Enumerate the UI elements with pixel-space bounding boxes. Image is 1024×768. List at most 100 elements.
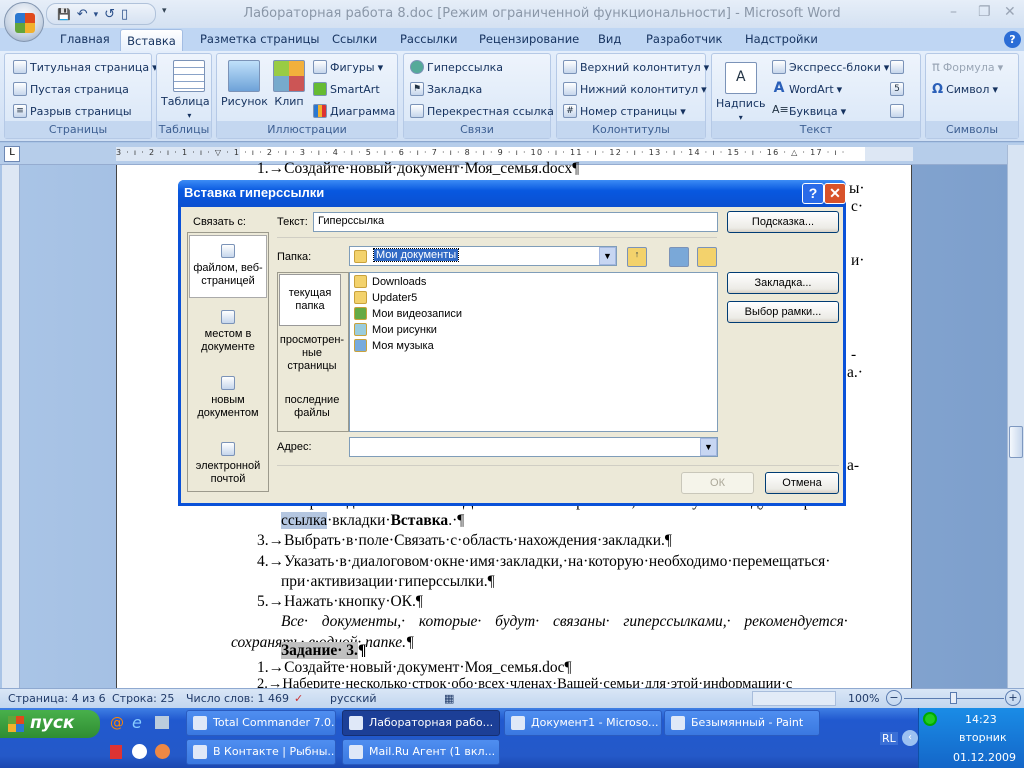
ok-button[interactable]: ОК — [681, 472, 754, 494]
picture-button[interactable]: Рисунок — [221, 60, 268, 108]
cancel-button[interactable]: Отмена — [765, 472, 839, 494]
task-word-lab[interactable]: Лабораторная рабо... — [342, 710, 500, 736]
dialog-close-button[interactable]: ✕ — [824, 183, 846, 204]
zoom-in-button[interactable]: + — [1005, 690, 1021, 706]
spelling-check-icon[interactable]: ✓ — [294, 692, 303, 705]
icq-icon[interactable] — [923, 712, 937, 726]
tab-addins[interactable]: Надстройки — [745, 32, 818, 46]
language-indicator[interactable]: RL — [880, 732, 898, 745]
blank-page-button[interactable]: Пустая страница — [13, 82, 129, 96]
cross-reference-button[interactable]: Перекрестная ссылка — [410, 104, 554, 118]
file-item[interactable]: Updater5 — [354, 291, 417, 304]
scrollbar-thumb[interactable] — [1009, 426, 1023, 458]
quick-launch-icon[interactable] — [110, 745, 122, 759]
redo-icon[interactable]: ↺ — [104, 7, 115, 22]
tab-page-layout[interactable]: Разметка страницы — [200, 32, 319, 46]
link-existing-file[interactable]: файлом, веб-страницей — [189, 235, 267, 298]
equation-button[interactable]: π Формула ▾ — [932, 60, 1003, 75]
link-new-document[interactable]: новым документом — [189, 376, 267, 420]
macro-icon[interactable]: ▦ — [444, 692, 454, 705]
bookmark-button[interactable]: Закладка... — [727, 272, 839, 294]
tab-insert[interactable]: Вставка — [120, 29, 183, 53]
browse-file-icon[interactable] — [697, 247, 717, 267]
zoom-slider-thumb[interactable] — [950, 692, 957, 704]
task-vkontakte[interactable]: В Контакте | Рыбны... — [186, 739, 336, 765]
task-total-commander[interactable]: Total Commander 7.0... — [186, 710, 336, 736]
task-paint[interactable]: Безымянный - Paint — [664, 710, 820, 736]
recent-files-button[interactable]: последние файлы — [279, 394, 345, 420]
page-break-button[interactable]: ≡ Разрыв страницы — [13, 104, 132, 118]
zoom-level[interactable]: 100% — [848, 692, 879, 705]
line-number[interactable]: Строка: 25 — [112, 692, 174, 705]
task-word-doc1[interactable]: Документ1 - Microso... — [504, 710, 662, 736]
browse-web-icon[interactable] — [669, 247, 689, 267]
task-mail-agent[interactable]: Mail.Ru Агент (1 вкл... — [342, 739, 500, 765]
file-item[interactable]: Downloads — [354, 275, 426, 288]
tab-review[interactable]: Рецензирование — [479, 32, 579, 46]
save-icon[interactable]: 💾 — [57, 8, 71, 21]
browsed-pages-button[interactable]: просмотрен-ные страницы — [279, 334, 345, 373]
wordart-button[interactable]: A WordArt ▾ — [772, 81, 843, 96]
tab-developer[interactable]: Разработчик — [646, 32, 723, 46]
media-player-icon[interactable] — [155, 744, 170, 759]
file-item[interactable]: Моя музыка — [354, 339, 434, 352]
date-time-icon[interactable]: 5 — [890, 82, 904, 96]
address-input[interactable]: ▼ — [349, 437, 718, 457]
chevron-down-icon[interactable]: ▼ — [599, 247, 616, 265]
signature-line-icon[interactable] — [890, 60, 904, 74]
up-folder-icon[interactable]: ↑ — [627, 247, 647, 267]
drop-cap-button[interactable]: A≡ Буквица ▾ — [772, 104, 846, 118]
view-buttons[interactable] — [752, 691, 836, 706]
smartart-button[interactable]: SmartArt — [313, 82, 380, 96]
start-button[interactable]: пуск — [0, 710, 100, 738]
screentip-button[interactable]: Подсказка... — [727, 211, 839, 233]
download-icon[interactable] — [132, 744, 147, 759]
chart-button[interactable]: Диаграмма — [313, 104, 395, 118]
shapes-button[interactable]: Фигуры ▾ — [313, 60, 383, 74]
clock-time[interactable]: 14:23 — [965, 713, 997, 726]
file-item[interactable]: Мои рисунки — [354, 323, 437, 336]
insert-object-icon[interactable] — [890, 104, 904, 118]
target-frame-button[interactable]: Выбор рамки... — [727, 301, 839, 323]
vertical-scrollbar[interactable] — [1007, 145, 1024, 688]
show-hidden-icons[interactable]: ‹ — [902, 730, 918, 746]
maximize-button[interactable]: ❐ — [978, 4, 991, 20]
page-number-button[interactable]: # Номер страницы ▾ — [563, 104, 686, 118]
header-button[interactable]: Верхний колонтитул ▾ — [563, 60, 709, 74]
hyperlink-button[interactable]: Гиперссылка — [410, 60, 503, 74]
undo-dropdown-icon[interactable]: ▾ — [94, 10, 99, 20]
footer-button[interactable]: Нижний колонтитул ▾ — [563, 82, 707, 96]
office-button[interactable] — [4, 2, 44, 42]
folder-select[interactable]: Мои документы ▼ — [349, 246, 617, 266]
chevron-down-icon[interactable]: ▼ — [700, 438, 717, 456]
cover-page-button[interactable]: Титульная страница ▾ — [13, 60, 158, 74]
tab-view[interactable]: Вид — [598, 32, 621, 46]
clipart-button[interactable]: Клип — [273, 60, 305, 108]
current-folder-button[interactable]: текущая папка — [279, 274, 341, 326]
link-place-in-document[interactable]: местом в документе — [189, 308, 267, 354]
help-icon[interactable]: ? — [1004, 31, 1021, 48]
symbol-button[interactable]: Ω Символ ▾ — [932, 82, 998, 97]
link-email[interactable]: электронной почтой — [189, 442, 267, 486]
tab-references[interactable]: Ссылки — [332, 32, 377, 46]
internet-explorer-icon[interactable]: e — [132, 713, 142, 732]
zoom-out-button[interactable]: − — [886, 690, 902, 706]
undo-icon[interactable]: ↶ — [77, 7, 88, 22]
text-box-button[interactable]: A Надпись ▾ — [716, 62, 766, 122]
close-button[interactable]: ✕ — [1004, 4, 1016, 20]
file-list[interactable]: Downloads Updater5 Мои видеозаписи Мои р… — [349, 272, 718, 432]
customize-qat-icon[interactable]: ▾ — [162, 6, 167, 16]
new-document-icon[interactable]: ▯ — [121, 7, 128, 22]
bookmark-button[interactable]: ⚑ Закладка — [410, 82, 482, 96]
language[interactable]: русский — [330, 692, 377, 705]
tab-selector-icon[interactable]: L — [4, 146, 20, 162]
dialog-help-button[interactable]: ? — [802, 183, 824, 204]
show-desktop-icon[interactable] — [155, 716, 169, 729]
file-item[interactable]: Мои видеозаписи — [354, 307, 462, 320]
word-count[interactable]: Число слов: 1 469 — [186, 692, 289, 705]
mail-agent-icon[interactable]: @ — [110, 715, 124, 731]
page-count[interactable]: Страница: 4 из 6 — [8, 692, 106, 705]
tab-mailings[interactable]: Рассылки — [400, 32, 457, 46]
text-input[interactable]: Гиперссылка — [313, 212, 718, 232]
table-button[interactable]: Таблица ▾ — [161, 60, 210, 120]
